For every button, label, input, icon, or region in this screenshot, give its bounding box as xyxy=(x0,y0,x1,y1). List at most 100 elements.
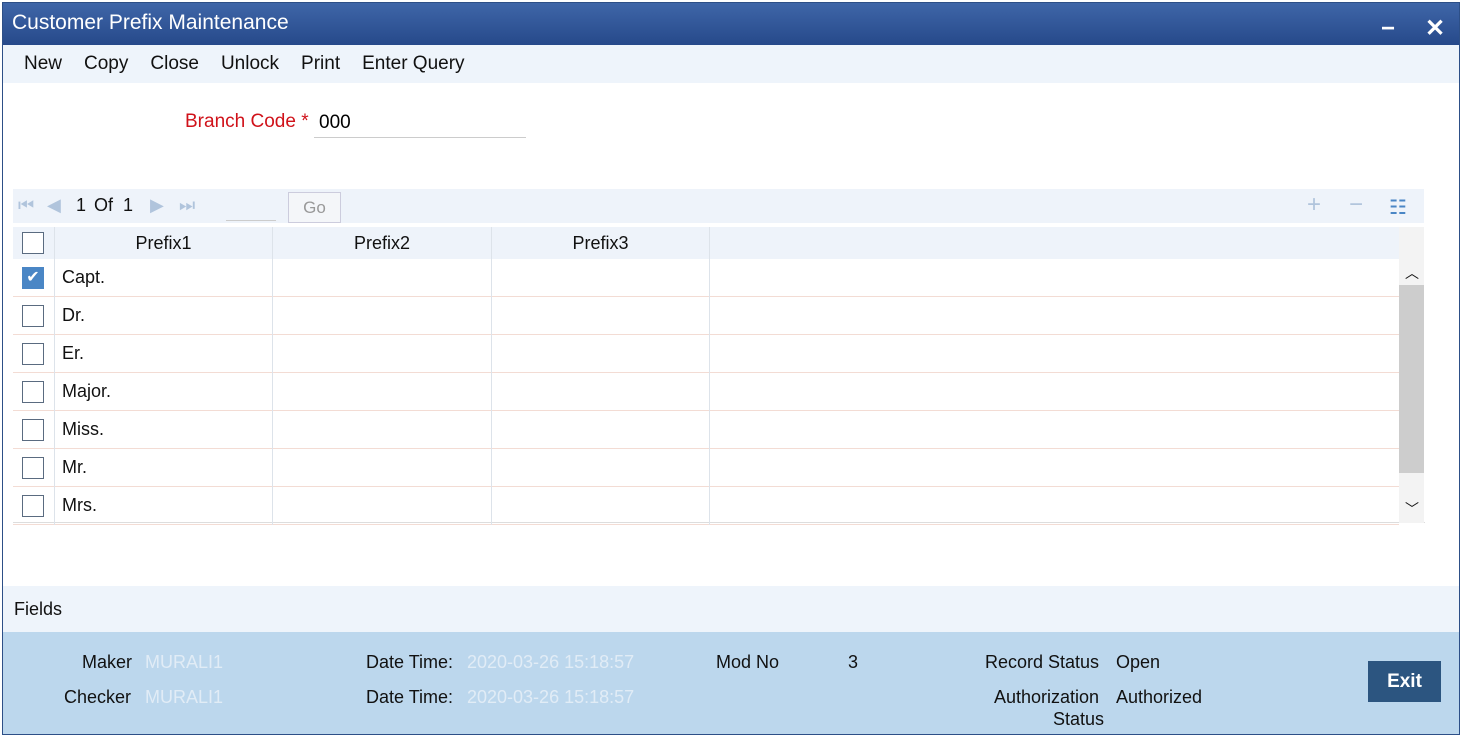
single-view-icon[interactable]: ☷ xyxy=(1389,195,1407,220)
unlock-button[interactable]: Unlock xyxy=(210,45,290,83)
window-title: Customer Prefix Maintenance xyxy=(12,11,289,34)
maker-datetime: 2020-03-26 15:18:57 xyxy=(467,652,635,672)
scroll-up-icon[interactable]: ︿ xyxy=(1405,263,1419,283)
table-row[interactable]: Dr. xyxy=(13,297,1399,335)
prefix3-cell[interactable] xyxy=(492,411,710,449)
mod-no-label: Mod No xyxy=(716,652,780,672)
prefix3-cell[interactable] xyxy=(492,487,710,525)
print-button[interactable]: Print xyxy=(290,45,351,83)
prefix-grid: Prefix1 Prefix2 Prefix3 ✔ Capt. Dr. Er. … xyxy=(13,227,1425,525)
action-toolbar: New Copy Close Unlock Print Enter Query xyxy=(3,45,1459,83)
select-cell xyxy=(13,449,55,487)
current-page: 1 xyxy=(76,195,87,215)
prefix3-cell[interactable] xyxy=(492,259,710,297)
copy-button[interactable]: Copy xyxy=(73,45,139,83)
checker-datetime-label: Date Time: xyxy=(366,687,454,707)
page-number-input[interactable] xyxy=(226,193,276,221)
table-row[interactable]: ✔ Capt. xyxy=(13,259,1399,297)
prefix2-cell[interactable] xyxy=(273,335,492,373)
branch-code-input[interactable] xyxy=(314,109,526,138)
header-prefix2[interactable]: Prefix2 xyxy=(273,227,492,259)
checker-label: Checker xyxy=(64,687,132,707)
required-marker: * xyxy=(301,111,309,132)
header-prefix1[interactable]: Prefix1 xyxy=(55,227,273,259)
row-checkbox[interactable] xyxy=(22,495,44,517)
prefix3-cell[interactable] xyxy=(492,335,710,373)
maker-label: Maker xyxy=(82,652,133,672)
audit-footer: Maker MURALI1 Checker MURALI1 Date Time:… xyxy=(3,632,1459,734)
row-checkbox[interactable] xyxy=(22,457,44,479)
select-cell xyxy=(13,487,55,525)
prefix2-cell[interactable] xyxy=(273,373,492,411)
mod-no-value: 3 xyxy=(848,652,859,672)
table-row[interactable]: Mrs. xyxy=(13,487,1399,525)
fields-section[interactable]: Fields xyxy=(3,586,1459,632)
prefix1-cell[interactable]: Miss. xyxy=(55,411,273,449)
row-checkbox[interactable] xyxy=(22,381,44,403)
grid-pager: ⏮ ◀ 1 Of 1 ▶ ⏭ Go + − ☷ xyxy=(13,189,1424,223)
select-all-checkbox[interactable] xyxy=(22,232,44,254)
customer-prefix-window: Customer Prefix Maintenance − ✕ New Copy… xyxy=(2,2,1460,735)
authorization-label: Authorization xyxy=(994,687,1100,707)
exit-button[interactable]: Exit xyxy=(1368,661,1441,702)
row-checkbox[interactable]: ✔ xyxy=(22,267,44,289)
go-button[interactable]: Go xyxy=(288,192,341,223)
grid-scrollbar[interactable]: ︿ ﹀ xyxy=(1399,227,1424,523)
prefix3-cell[interactable] xyxy=(492,297,710,335)
prev-page-icon[interactable]: ◀ xyxy=(47,195,61,216)
total-pages: 1 xyxy=(123,195,134,215)
new-button[interactable]: New xyxy=(13,45,73,83)
prefix2-cell[interactable] xyxy=(273,487,492,525)
authorization-status-label: Status xyxy=(1053,709,1105,729)
record-status-value: Open xyxy=(1116,652,1161,672)
prefix3-cell[interactable] xyxy=(492,449,710,487)
title-bar: Customer Prefix Maintenance − ✕ xyxy=(3,3,1459,45)
prefix2-cell[interactable] xyxy=(273,449,492,487)
header-cell-select xyxy=(13,227,55,259)
close-icon[interactable]: ✕ xyxy=(1425,9,1445,49)
prefix1-cell[interactable]: Mrs. xyxy=(55,487,273,525)
prefix2-cell[interactable] xyxy=(273,411,492,449)
first-page-icon[interactable]: ⏮ xyxy=(18,195,34,216)
row-checkbox[interactable] xyxy=(22,419,44,441)
maker-value: MURALI1 xyxy=(145,652,224,672)
prefix1-cell[interactable]: Dr. xyxy=(55,297,273,335)
close-button[interactable]: Close xyxy=(139,45,210,83)
select-cell xyxy=(13,335,55,373)
prefix2-cell[interactable] xyxy=(273,297,492,335)
last-page-icon[interactable]: ⏭ xyxy=(179,195,195,216)
scroll-down-icon[interactable]: ﹀ xyxy=(1405,499,1419,519)
table-row[interactable]: Miss. xyxy=(13,411,1399,449)
checker-datetime: 2020-03-26 15:18:57 xyxy=(467,687,635,707)
add-row-icon[interactable]: + xyxy=(1307,191,1321,219)
row-checkbox[interactable] xyxy=(22,305,44,327)
prefix1-cell[interactable]: Capt. xyxy=(55,259,273,297)
checker-value: MURALI1 xyxy=(145,687,224,707)
row-checkbox[interactable] xyxy=(22,343,44,365)
grid-header: Prefix1 Prefix2 Prefix3 xyxy=(13,227,1399,259)
prefix1-cell[interactable]: Major. xyxy=(55,373,273,411)
delete-row-icon[interactable]: − xyxy=(1349,191,1363,219)
enter-query-button[interactable]: Enter Query xyxy=(351,45,475,83)
next-page-icon[interactable]: ▶ xyxy=(150,195,164,216)
table-row[interactable]: Er. xyxy=(13,335,1399,373)
header-prefix3[interactable]: Prefix3 xyxy=(492,227,710,259)
branch-code-label: Branch Code * xyxy=(185,111,309,133)
record-status-label: Record Status xyxy=(985,652,1100,672)
authorization-status-value: Authorized xyxy=(1116,687,1203,707)
scrollbar-thumb[interactable] xyxy=(1399,285,1424,473)
table-row[interactable]: Mr. xyxy=(13,449,1399,487)
select-cell: ✔ xyxy=(13,259,55,297)
minimize-icon[interactable]: − xyxy=(1381,9,1395,49)
prefix1-cell[interactable]: Mr. xyxy=(55,449,273,487)
branch-code-text: Branch Code xyxy=(185,111,296,132)
prefix3-cell[interactable] xyxy=(492,373,710,411)
prefix1-cell[interactable]: Er. xyxy=(55,335,273,373)
select-cell xyxy=(13,411,55,449)
maker-datetime-label: Date Time: xyxy=(366,652,454,672)
prefix2-cell[interactable] xyxy=(273,259,492,297)
select-cell xyxy=(13,373,55,411)
table-row[interactable]: Major. xyxy=(13,373,1399,411)
of-label: Of xyxy=(94,195,114,215)
select-cell xyxy=(13,297,55,335)
